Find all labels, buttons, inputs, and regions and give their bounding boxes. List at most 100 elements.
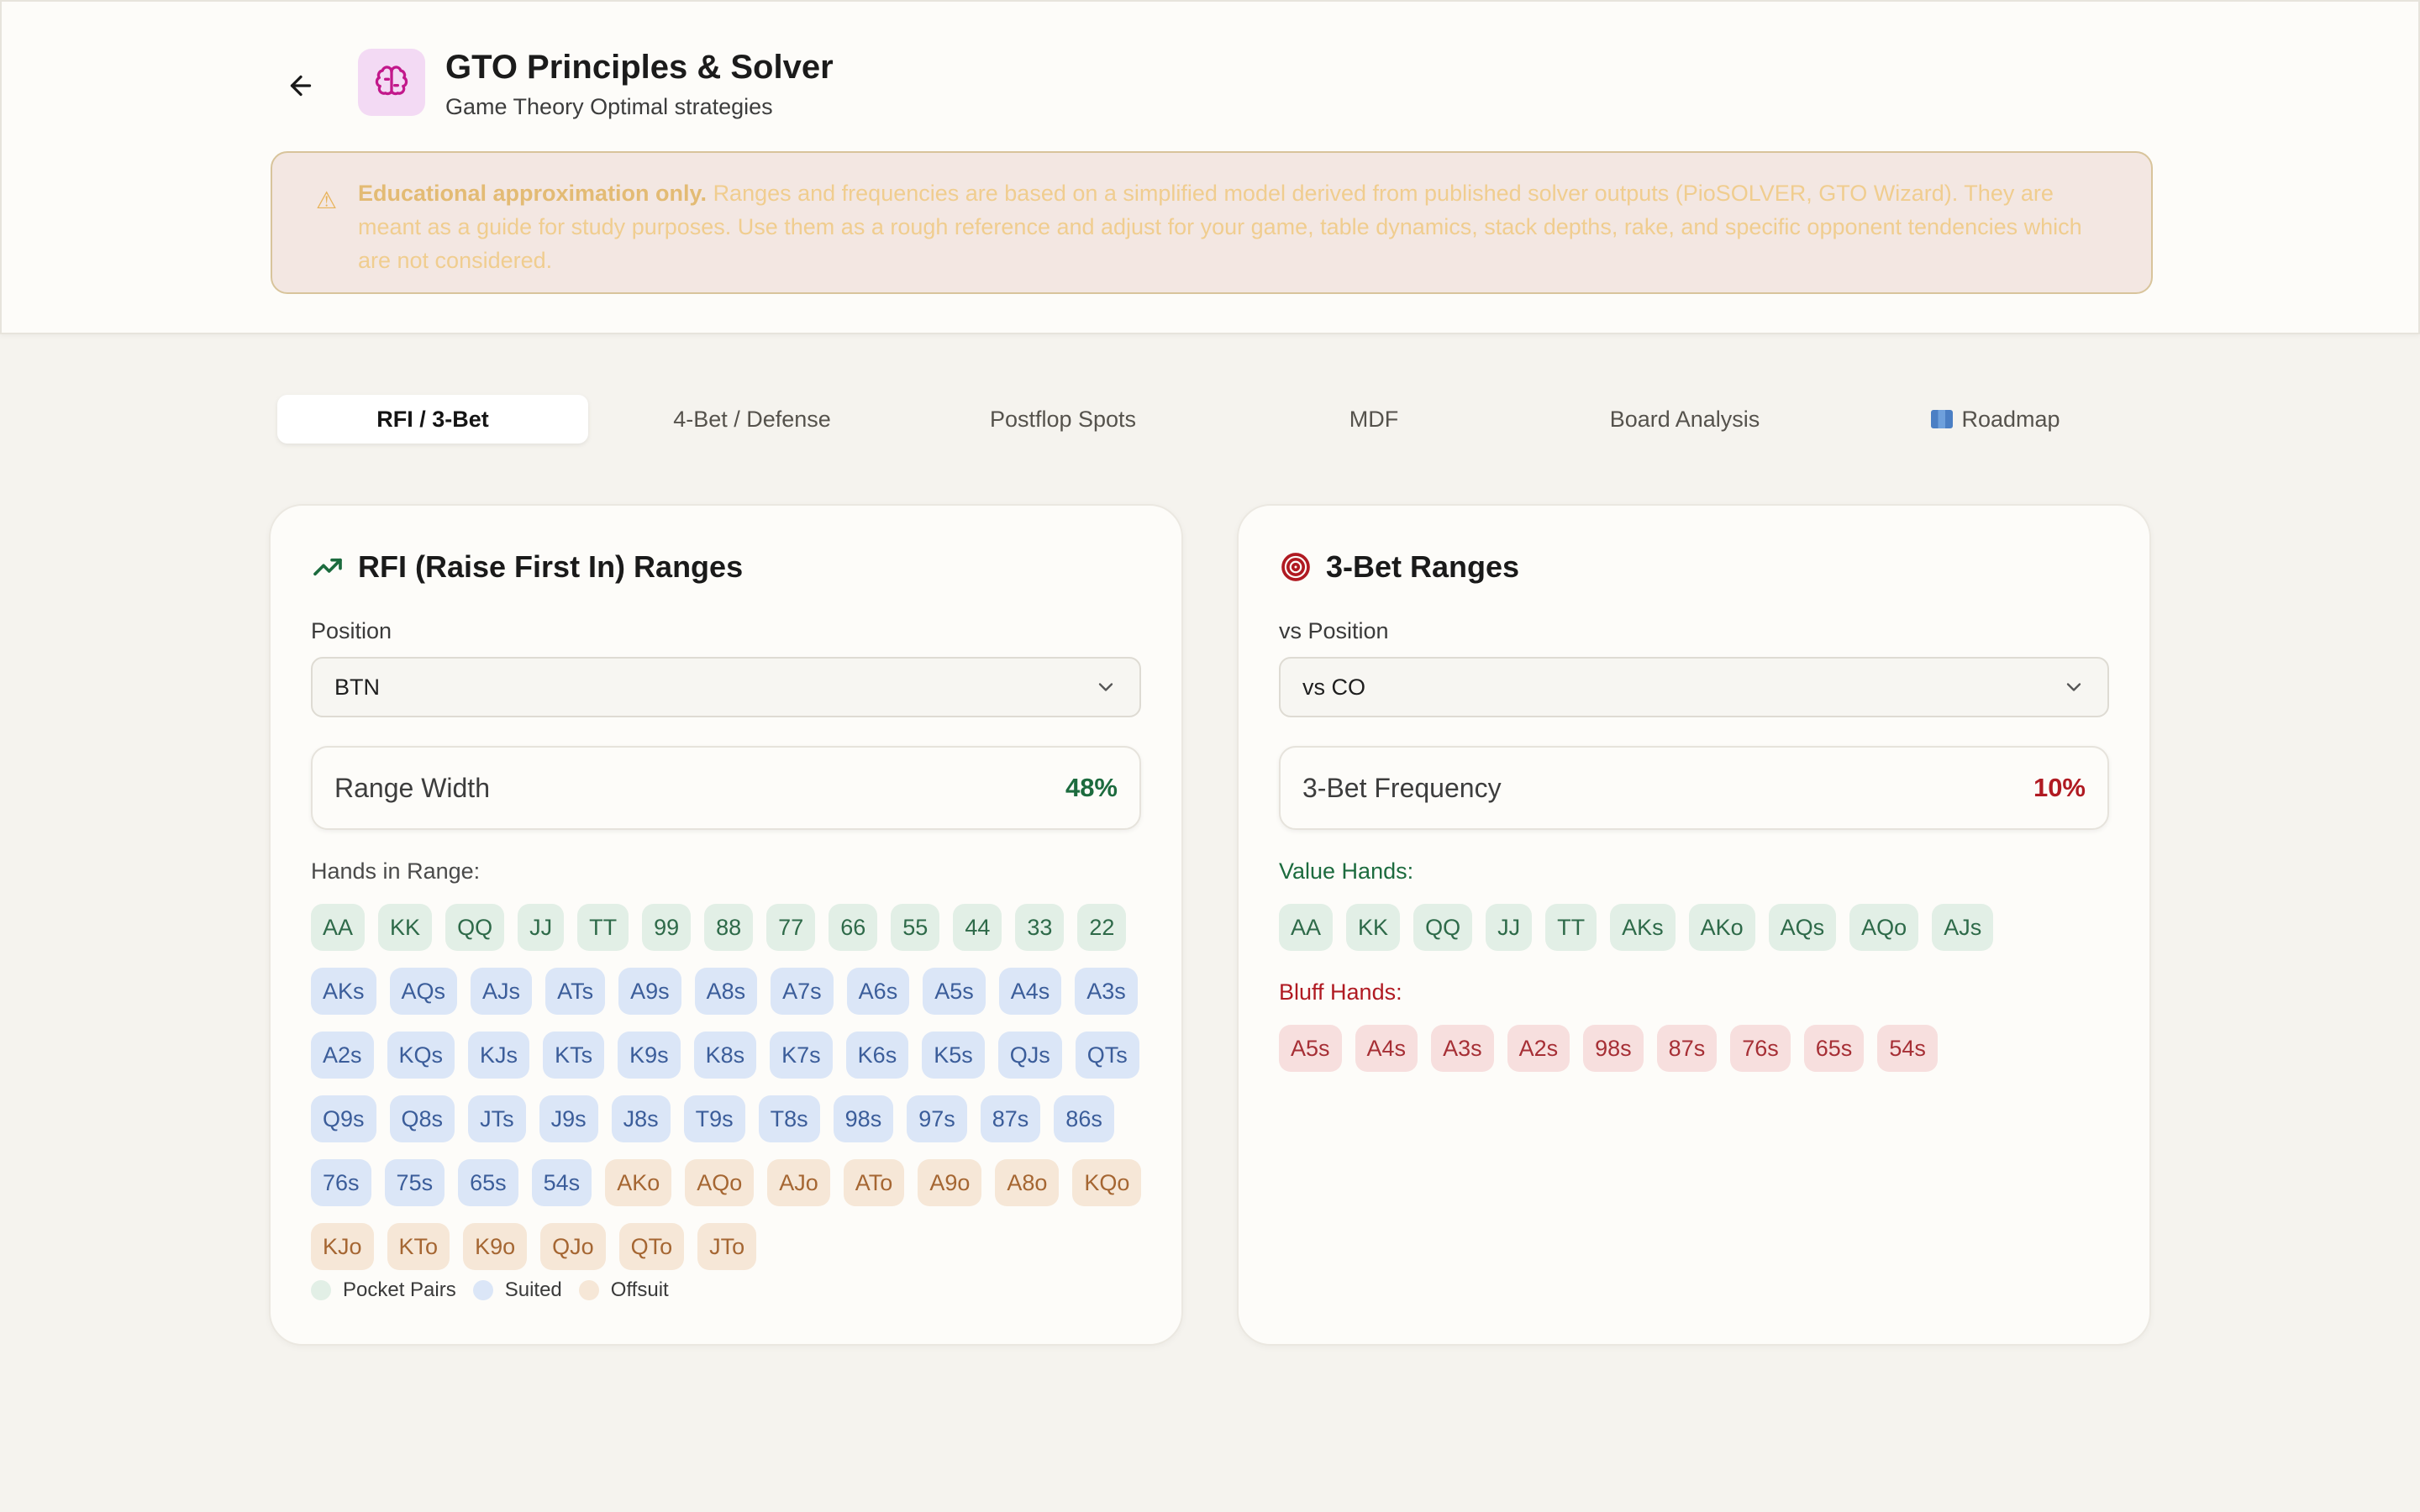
hand-chip: 77 (766, 904, 816, 951)
hand-chip: KTo (387, 1223, 450, 1270)
position-select[interactable]: BTN (311, 657, 1141, 717)
hand-chip: AKs (1610, 904, 1676, 951)
hand-chip: A9o (918, 1159, 982, 1206)
hand-chip: 76s (1730, 1025, 1791, 1072)
range-width-label: Range Width (334, 772, 490, 803)
bluff-hands-list: A5s A4s A3s A2s 98s 87s 76s 65s 54s (1279, 1025, 2119, 1072)
arrow-left-icon (290, 75, 312, 97)
hand-chip: 54s (1877, 1025, 1938, 1072)
brain-icon (358, 49, 425, 116)
hand-chip: AQs (389, 968, 458, 1015)
rfi-hands-list: AA KK QQ JJ TT 99 88 77 66 55 44 33 22 AKs AQs AJs ATs A9… (311, 904, 1151, 1270)
legend-item-suited: Suited (472, 1278, 562, 1302)
tab-label: Board Analysis (1609, 406, 1760, 432)
hand-chip: A3s (1075, 968, 1138, 1015)
hand-chip: 33 (1015, 904, 1065, 951)
hand-chip: Q9s (311, 1095, 376, 1142)
hand-chip: QTo (618, 1223, 685, 1270)
hand-chip: 87s (980, 1095, 1041, 1142)
tab-4bet-defense[interactable]: 4-Bet / Defense (597, 390, 908, 449)
rfi-card-title: RFI (Raise First In) Ranges (358, 549, 744, 584)
hand-chip: A5s (923, 968, 986, 1015)
hand-chip: A3s (1431, 1025, 1494, 1072)
hand-chip: K9s (618, 1032, 681, 1079)
back-button[interactable] (277, 62, 324, 109)
hand-chip: Q8s (389, 1095, 455, 1142)
value-hands-label: Value Hands: (1279, 858, 1414, 884)
rfi-card: RFI (Raise First In) Ranges Position BTN… (269, 504, 1183, 1346)
chevron-down-icon (2066, 683, 2081, 691)
threebet-frequency-box: 3-Bet Frequency 10% (1279, 746, 2109, 830)
tab-mdf[interactable]: MDF (1218, 390, 1529, 449)
hand-chip: QJo (540, 1223, 606, 1270)
tab-label: Roadmap (1961, 406, 2060, 432)
tab-label: RFI / 3-Bet (376, 406, 489, 432)
hand-chip: A4s (1355, 1025, 1418, 1072)
threebet-frequency-label: 3-Bet Frequency (1302, 772, 1502, 803)
hand-chip: T9s (683, 1095, 745, 1142)
disclaimer-text: Educational approximation only. Ranges a… (358, 176, 2084, 277)
tab-postflop-spots[interactable]: Postflop Spots (908, 390, 1218, 449)
hand-chip: AKo (605, 1159, 672, 1206)
tab-bar: RFI / 3-Bet 4-Bet / Defense Postflop Spo… (269, 390, 2151, 449)
hand-chip: ATo (843, 1159, 905, 1206)
legend-item-offsuit: Offsuit (578, 1278, 669, 1302)
page-subtitle: Game Theory Optimal strategies (445, 94, 773, 119)
bluff-hands-label: Bluff Hands: (1279, 979, 1402, 1005)
hand-chip: K8s (693, 1032, 757, 1079)
hand-chip: 97s (907, 1095, 967, 1142)
hand-chip: ATs (545, 968, 606, 1015)
range-width-box: Range Width 48% (311, 746, 1141, 830)
hand-chip: K7s (770, 1032, 833, 1079)
position-label: Position (311, 618, 392, 643)
hand-chip: 66 (829, 904, 878, 951)
hand-chip: AKo (1688, 904, 1755, 951)
hand-chip: K6s (845, 1032, 909, 1079)
hand-chip: 75s (384, 1159, 445, 1206)
hand-chip: KQo (1072, 1159, 1142, 1206)
position-select-value: BTN (334, 674, 380, 700)
hand-chip: 54s (531, 1159, 592, 1206)
hand-chip: 65s (458, 1159, 518, 1206)
legend-label: Suited (504, 1278, 562, 1301)
offsuit-swatch (578, 1280, 599, 1300)
hand-chip: K9o (463, 1223, 528, 1270)
hand-chip: KTs (543, 1032, 605, 1079)
hand-chip: 99 (642, 904, 692, 951)
hand-chip: QTs (1075, 1032, 1139, 1079)
vs-position-select-value: vs CO (1302, 674, 1366, 700)
tab-label: MDF (1349, 406, 1399, 432)
tab-rfi-3bet[interactable]: RFI / 3-Bet (277, 395, 588, 444)
hand-chip: 76s (311, 1159, 371, 1206)
tab-roadmap[interactable]: Roadmap (1840, 390, 2151, 449)
page-title: GTO Principles & Solver (445, 49, 834, 86)
hand-chip: 98s (833, 1095, 894, 1142)
threebet-frequency-value: 10% (2033, 773, 2086, 802)
disclaimer-banner: ⚠ Educational approximation only. Ranges… (271, 151, 2153, 294)
hand-chip: A6s (846, 968, 910, 1015)
rfi-card-header: RFI (Raise First In) Ranges (311, 549, 743, 585)
legend-label: Offsuit (610, 1278, 669, 1301)
hand-chip: 65s (1803, 1025, 1865, 1072)
hand-chip: 86s (1054, 1095, 1114, 1142)
hand-chip: 88 (704, 904, 754, 951)
hand-chip: KJo (311, 1223, 374, 1270)
warning-icon: ⚠ (316, 187, 338, 213)
hand-chip: AJs (471, 968, 533, 1015)
suited-swatch (472, 1280, 493, 1300)
hand-chip: AQs (1768, 904, 1837, 951)
hand-chip: 87s (1656, 1025, 1718, 1072)
hand-chip: JTs (468, 1095, 526, 1142)
hand-chip: JTo (697, 1223, 757, 1270)
tab-board-analysis[interactable]: Board Analysis (1529, 390, 1840, 449)
vs-position-select[interactable]: vs CO (1279, 657, 2109, 717)
hand-chip: J8s (611, 1095, 671, 1142)
value-hands-list: AA KK QQ JJ TT AKs AKo AQs AQo AJs (1279, 904, 2119, 951)
hand-chip: 98s (1583, 1025, 1644, 1072)
hand-type-legend: Pocket Pairs Suited Offsuit (311, 1278, 669, 1302)
hand-chip: K5s (922, 1032, 985, 1079)
map-icon (1931, 410, 1954, 428)
threebet-card: 3-Bet Ranges vs Position vs CO 3-Bet Fre… (1237, 504, 2151, 1346)
hand-chip: QQ (1413, 904, 1473, 951)
hand-chip: 44 (953, 904, 1002, 951)
